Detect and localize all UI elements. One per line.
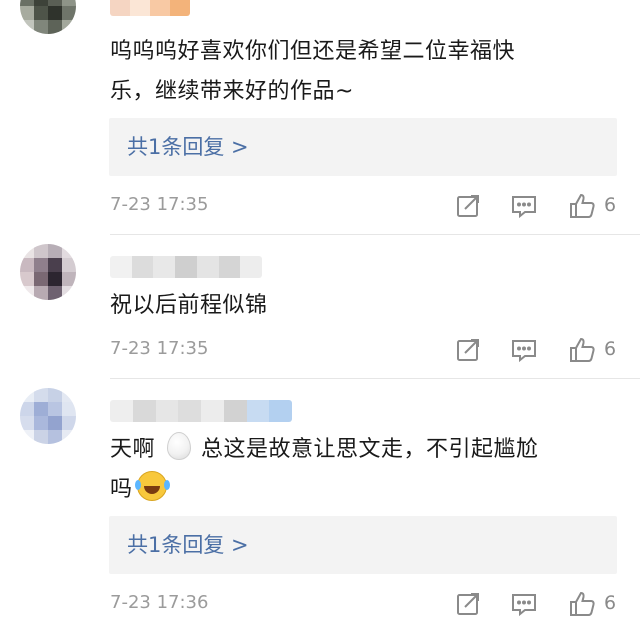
comment-meta: 7-23 17:36 6 bbox=[110, 590, 620, 622]
share-icon[interactable] bbox=[454, 336, 482, 364]
comment-text-line: 吗 bbox=[110, 470, 610, 510]
thumbs-up-icon[interactable] bbox=[568, 192, 596, 220]
username-blurred[interactable] bbox=[110, 400, 292, 422]
avatar[interactable] bbox=[20, 388, 76, 444]
comment-icon[interactable] bbox=[510, 336, 538, 364]
comment-text-line: 天啊 总这是故意让思文走，不引起尴尬 bbox=[110, 430, 610, 470]
comment-text-line: 祝以后前程似锦 bbox=[110, 293, 268, 318]
comment-meta: 7-23 17:35 6 bbox=[110, 336, 620, 368]
timestamp: 7-23 17:35 bbox=[110, 194, 209, 215]
comment-text: 天啊 总这是故意让思文走，不引起尴尬 吗 bbox=[110, 430, 610, 510]
comment-meta: 7-23 17:35 6 bbox=[110, 192, 620, 224]
comment-text-line: 乐，继续带来好的作品~ bbox=[110, 79, 354, 104]
laughing-tears-emoji bbox=[134, 471, 167, 501]
thumbs-up-icon[interactable] bbox=[568, 336, 596, 364]
replies-box[interactable]: 共1条回复 > bbox=[109, 118, 617, 176]
comment-icon[interactable] bbox=[510, 590, 538, 618]
comment-text: 祝以后前程似锦 bbox=[110, 286, 610, 326]
view-replies-link[interactable]: 共1条回复 > bbox=[127, 530, 249, 560]
username-blurred[interactable] bbox=[110, 0, 190, 16]
thumbs-up-icon[interactable] bbox=[568, 590, 596, 618]
divider bbox=[110, 378, 640, 379]
username-blurred[interactable] bbox=[110, 256, 262, 278]
like-count: 6 bbox=[604, 194, 617, 216]
timestamp: 7-23 17:35 bbox=[110, 338, 209, 359]
avatar[interactable] bbox=[20, 0, 76, 34]
comment-text-segment: 总这是故意让思文走，不引起尴尬 bbox=[201, 437, 539, 462]
timestamp: 7-23 17:36 bbox=[110, 592, 209, 613]
divider bbox=[110, 234, 640, 235]
egg-emoji bbox=[167, 432, 192, 460]
comment-text: 呜呜呜好喜欢你们但还是希望二位幸福快 乐，继续带来好的作品~ bbox=[110, 32, 610, 112]
comment-text-line: 呜呜呜好喜欢你们但还是希望二位幸福快 bbox=[110, 39, 516, 64]
view-replies-link[interactable]: 共1条回复 > bbox=[127, 132, 249, 162]
like-count: 6 bbox=[604, 592, 617, 614]
share-icon[interactable] bbox=[454, 590, 482, 618]
comment-icon[interactable] bbox=[510, 192, 538, 220]
comment-text-segment: 天啊 bbox=[110, 437, 156, 462]
replies-box[interactable]: 共1条回复 > bbox=[109, 516, 617, 574]
comment-text-segment: 吗 bbox=[110, 477, 133, 502]
like-count: 6 bbox=[604, 338, 617, 360]
share-icon[interactable] bbox=[454, 192, 482, 220]
avatar[interactable] bbox=[20, 244, 76, 300]
